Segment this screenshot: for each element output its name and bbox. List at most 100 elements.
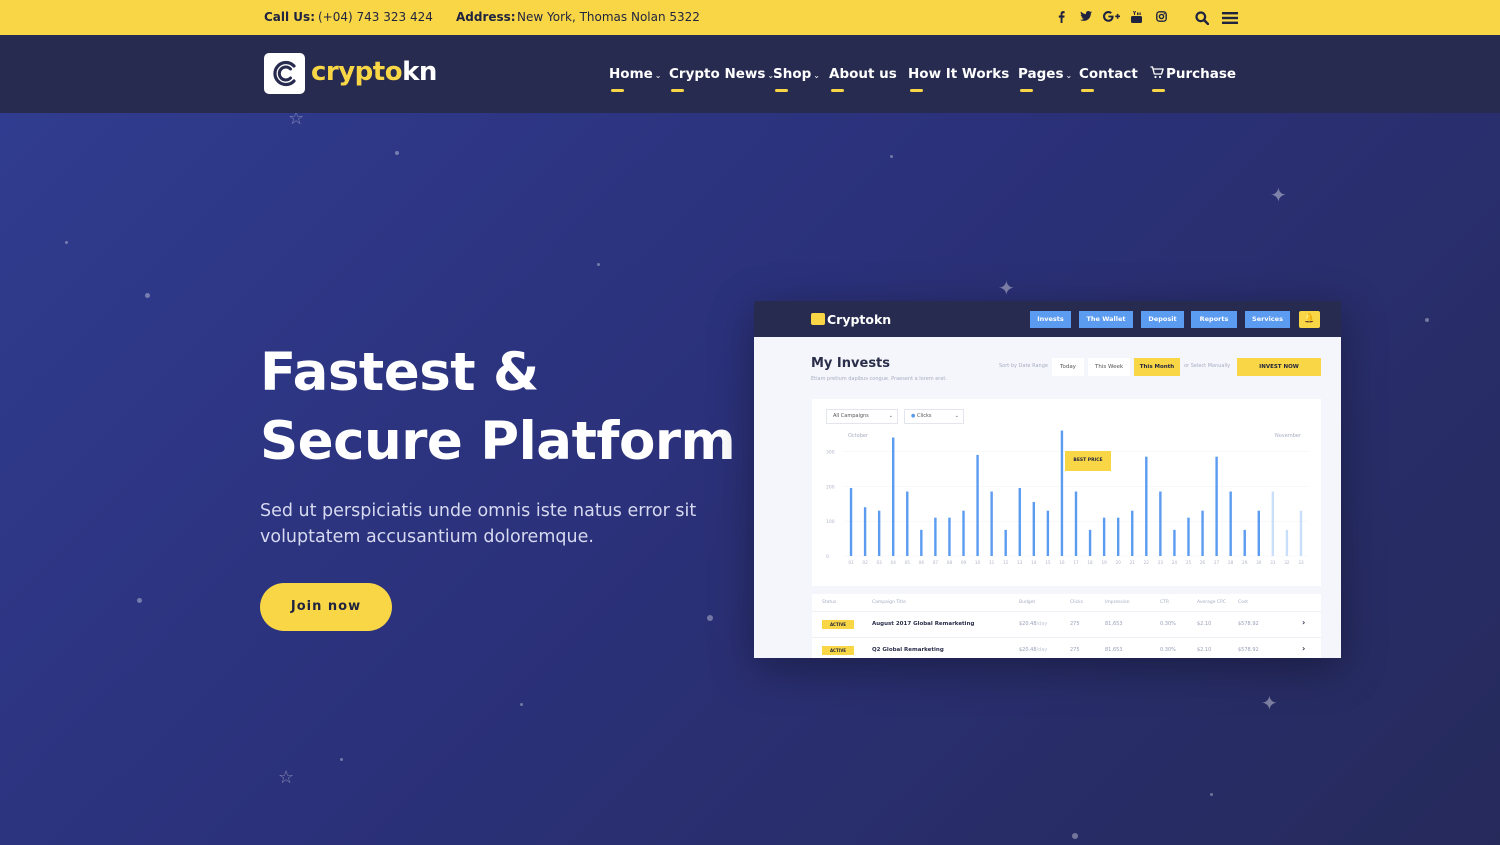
star-decoration [65, 241, 68, 244]
youtube-icon[interactable] [1127, 8, 1145, 26]
x-tick-label: 18 [1087, 560, 1093, 565]
dashboard-logo: Cryptokn [811, 312, 891, 327]
chart-bar [976, 454, 979, 556]
x-tick-label: 14 [1031, 560, 1037, 565]
star-decoration [340, 758, 343, 761]
invest-now-button: INVEST NOW [1237, 358, 1321, 376]
chart-bar [948, 517, 951, 556]
chart-bar [934, 517, 937, 556]
twitter-icon[interactable] [1077, 8, 1095, 26]
nav-purchase-label: Purchase [1166, 66, 1237, 82]
nav-crypto-news[interactable]: Crypto News ⌄ [669, 66, 774, 92]
x-tick-label: 12 [1003, 560, 1009, 565]
x-tick-label: 06 [919, 560, 925, 565]
chart-bar [906, 491, 909, 556]
nav-how-it-works[interactable]: How It Works [908, 66, 1010, 92]
nav-how-it-works-label: How It Works [908, 66, 1010, 82]
star-decoration [890, 155, 893, 158]
cpc-value: $2.10 [1197, 621, 1212, 627]
join-now-button[interactable]: Join now [260, 583, 392, 631]
chart-bar [1060, 430, 1064, 556]
y-tick-label: 0 [826, 554, 829, 560]
nav-pages-label: Pages [1018, 66, 1064, 82]
x-tick-label: 15 [1045, 560, 1051, 565]
chart-bar [1285, 529, 1289, 556]
table-divider [812, 637, 1321, 638]
status-badge: ACTIVE [822, 620, 854, 629]
dashboard-header: Cryptokn Invests The Wallet Deposit Repo… [754, 301, 1341, 337]
nav-about-us-label: About us [829, 66, 897, 82]
nav-underline [611, 89, 624, 92]
budget-value: $20.48/day [1019, 621, 1047, 627]
chart-bar [1145, 456, 1148, 556]
wallet-icon [811, 313, 825, 325]
table-header-clicks: Clicks [1070, 600, 1084, 605]
star-decoration [597, 263, 600, 266]
nav-underline [775, 89, 788, 92]
star-decoration [1425, 318, 1429, 322]
y-tick-label: 200 [826, 484, 835, 490]
x-tick-label: 22 [1144, 560, 1150, 565]
star-decoration [137, 598, 142, 603]
chart-bar [1257, 510, 1260, 556]
cart-icon [1150, 66, 1164, 83]
invest-chart-card: All Campaigns ⌄ ● Clicks ⌄ October Novembe… [812, 399, 1321, 586]
chart-bar [1018, 488, 1021, 556]
x-tick-label: 32 [1284, 560, 1290, 565]
dashboard-tab-invests: Invests [1030, 311, 1071, 328]
nav-purchase[interactable]: Purchase [1150, 66, 1237, 92]
nav-contact[interactable]: Contact [1079, 66, 1138, 92]
instagram-icon[interactable] [1152, 8, 1170, 26]
chart-bar [1271, 491, 1275, 556]
nav-pages[interactable]: Pages ⌄ [1018, 66, 1072, 92]
sparkle-decoration: ✦ [1261, 691, 1278, 715]
chart-bar [1088, 529, 1092, 556]
logo-icon[interactable] [264, 53, 305, 94]
hamburger-menu-icon[interactable] [1221, 8, 1239, 26]
table-divider [812, 611, 1321, 612]
star-decoration [1210, 793, 1213, 796]
chart-bar [1074, 491, 1078, 556]
logo-text-kn: kn [402, 57, 437, 87]
chart-bar [1004, 529, 1007, 556]
chart-bar [1116, 517, 1120, 556]
address-text: New York, Thomas Nolan 5322 [517, 10, 700, 24]
budget-amount: $20.48 [1019, 647, 1037, 653]
x-tick-label: 20 [1116, 560, 1122, 565]
google-plus-icon[interactable] [1101, 8, 1121, 26]
campaign-title: August 2017 Global Remarketing [872, 621, 975, 627]
ctr-value: 0.30% [1160, 621, 1176, 627]
hero-subtitle: Sed ut perspiciatis unde omnis iste natu… [260, 501, 697, 547]
nav-home[interactable]: Home ⌄ [609, 66, 662, 92]
chevron-right-icon: › [1302, 618, 1306, 627]
chart-bar [1299, 510, 1303, 556]
clicks-value: 275 [1070, 621, 1080, 627]
phone-number[interactable]: (+04) 743 323 424 [318, 10, 433, 24]
nav-about-us[interactable]: About us [829, 66, 897, 92]
facebook-icon[interactable] [1052, 8, 1070, 26]
x-tick-label: 09 [961, 560, 967, 565]
dashboard-logo-text: Cryptokn [827, 312, 892, 327]
chart-bar [990, 491, 993, 556]
x-tick-label: 02 [862, 560, 868, 565]
x-tick-label: 29 [1242, 560, 1248, 565]
search-icon[interactable] [1193, 8, 1211, 26]
budget-value: $20.48/day [1019, 647, 1047, 653]
sparkle-decoration: ☆ [288, 113, 305, 129]
dashboard-tab-deposit: Deposit [1141, 311, 1184, 328]
nav-crypto-news-label: Crypto News [669, 66, 766, 82]
nav-underline [671, 89, 684, 92]
dashboard-description: Etiam pretium dapibus congue. Praesent a… [811, 376, 947, 382]
call-label: Call Us: [264, 10, 315, 24]
table-header-cpc: Average CPC [1197, 600, 1226, 605]
nav-shop[interactable]: Shop ⌄ [773, 66, 820, 92]
dashboard-tab-reports: Reports [1191, 311, 1237, 328]
chart-bar [863, 507, 867, 556]
logo-text[interactable]: cryptokn [311, 57, 437, 87]
logo-text-crypto: crypto [311, 57, 403, 87]
main-navbar: cryptokn Home ⌄ Crypto News ⌄ Shop ⌄ About … [0, 35, 1500, 113]
chevron-right-icon: › [1302, 644, 1306, 653]
chart-bar [1201, 510, 1204, 556]
nav-home-label: Home [609, 66, 653, 82]
chart-bar [1173, 529, 1176, 556]
